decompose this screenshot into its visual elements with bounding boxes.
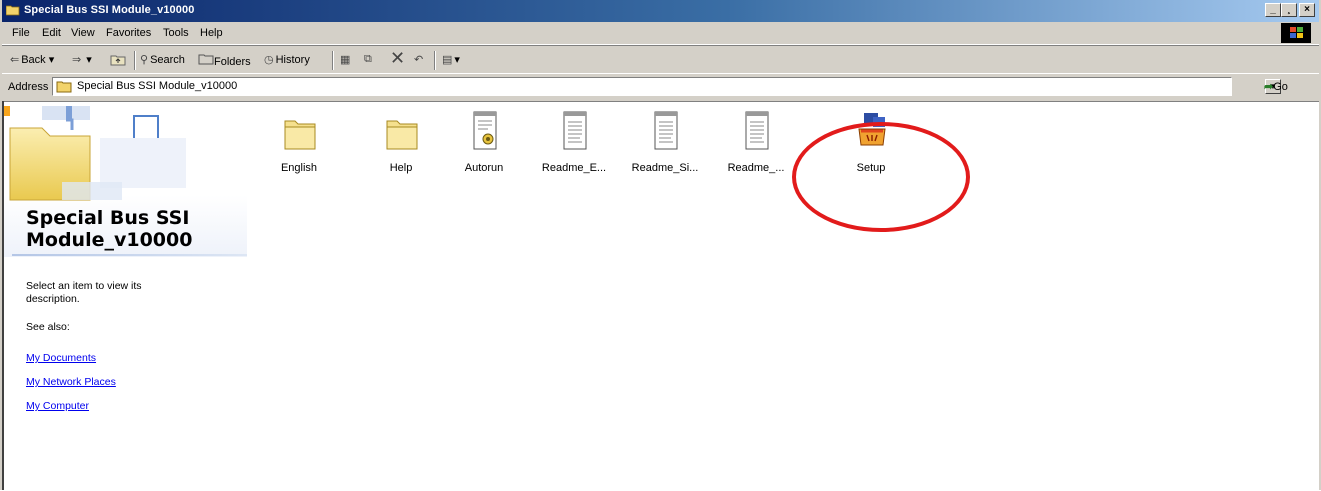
- item-description: Select an item to view its description.: [26, 280, 142, 305]
- folder-icon: [56, 81, 72, 93]
- delete-button[interactable]: ✕: [390, 48, 407, 69]
- address-label: Address: [8, 81, 49, 93]
- restore-icon: ¸: [1287, 4, 1291, 15]
- address-bar: Address Special Bus SSI Module_v10000 ▼ …: [2, 73, 1319, 102]
- go-button[interactable]: ➦Go: [1264, 80, 1288, 93]
- link-my-documents[interactable]: My Documents: [26, 352, 96, 364]
- folder-icon: [6, 5, 20, 16]
- views-icon: ▤: [442, 54, 453, 66]
- menu-bar: File Edit View Favorites Tools Help: [2, 22, 1319, 45]
- menu-tools[interactable]: Tools: [163, 27, 189, 39]
- views-dropdown-icon: ▾: [454, 54, 460, 66]
- link-my-network-places[interactable]: My Network Places: [26, 376, 116, 388]
- minimize-icon: _: [1270, 4, 1276, 15]
- folder-icon: [284, 120, 316, 150]
- views-button[interactable]: ▤ ▾: [442, 53, 460, 66]
- menu-view[interactable]: View: [71, 27, 95, 39]
- window-border: [2, 101, 4, 490]
- up-folder-button[interactable]: [110, 53, 126, 69]
- back-dropdown-icon: ▾: [48, 54, 55, 66]
- minimize-button[interactable]: _: [1265, 3, 1281, 17]
- delete-icon: ✕: [390, 48, 406, 68]
- address-value: Special Bus SSI Module_v10000: [77, 80, 238, 92]
- toolbar-separator: [332, 51, 334, 70]
- banner-divider: [12, 254, 247, 256]
- window-title: Special Bus SSI Module_v10000: [24, 4, 195, 16]
- back-arrow-icon: ⇐: [10, 54, 20, 66]
- file-item-readme[interactable]: Readme_...: [715, 111, 797, 191]
- windows-logo-icon: [1281, 23, 1311, 43]
- close-button[interactable]: ×: [1299, 3, 1315, 17]
- history-button[interactable]: ◷ History: [264, 53, 310, 66]
- copy-to-icon: ⧉: [364, 53, 372, 65]
- folder-icon: [386, 120, 418, 150]
- history-icon: ◷: [264, 54, 274, 66]
- text-document-icon: [745, 111, 769, 150]
- menu-favorites[interactable]: Favorites: [106, 27, 151, 39]
- copy-to-button[interactable]: ⧉: [364, 53, 374, 66]
- move-to-icon: ▦: [340, 54, 351, 66]
- text-document-icon: [563, 111, 587, 150]
- undo-icon: ↶: [414, 54, 424, 66]
- file-name: Readme_E...: [541, 162, 607, 174]
- folder-banner-icon: [2, 106, 186, 201]
- file-name: Readme_Si...: [631, 162, 699, 174]
- file-name: English: [280, 162, 318, 174]
- file-item-english[interactable]: English: [258, 111, 340, 191]
- see-also-label: See also:: [26, 321, 70, 333]
- file-name: Autorun: [464, 162, 504, 174]
- forward-dropdown-icon: ▾: [86, 54, 92, 66]
- title-bar[interactable]: Special Bus SSI Module_v10000 _ ¸ ×: [2, 0, 1319, 22]
- search-button[interactable]: ⚲ Search: [140, 53, 185, 66]
- standard-toolbar: ⇐ Back ▾ ⇒ ▾ ⚲ Search Folders ◷ History ▦ ⧉…: [2, 45, 1319, 74]
- move-to-button[interactable]: ▦: [340, 53, 352, 66]
- restore-button[interactable]: ¸: [1281, 3, 1297, 17]
- webview-panel: Special Bus SSI Module_v10000 Select an …: [2, 102, 247, 491]
- folder-title: Special Bus SSI Module_v10000: [26, 207, 193, 251]
- link-my-computer[interactable]: My Computer: [26, 400, 89, 412]
- folders-icon: [198, 54, 214, 65]
- file-item-readme-si[interactable]: Readme_Si...: [624, 111, 706, 191]
- menu-edit[interactable]: Edit: [42, 27, 61, 39]
- folder-banner: Special Bus SSI Module_v10000: [2, 102, 247, 257]
- forward-arrow-icon: ⇒: [72, 54, 82, 66]
- folder-content: Special Bus SSI Module_v10000 Select an …: [2, 101, 1319, 491]
- menu-help[interactable]: Help: [200, 27, 223, 39]
- highlight-annotation: [792, 122, 970, 232]
- file-name: Readme_...: [727, 162, 785, 174]
- search-icon: ⚲: [140, 54, 149, 66]
- forward-button[interactable]: ⇒ ▾: [72, 53, 92, 66]
- menu-file[interactable]: File: [12, 27, 30, 39]
- folders-button[interactable]: Folders: [198, 53, 251, 68]
- file-item-readme-e[interactable]: Readme_E...: [533, 111, 615, 191]
- file-item-help[interactable]: Help: [360, 111, 442, 191]
- toolbar-separator: [134, 51, 136, 70]
- toolbar-separator: [434, 51, 436, 70]
- undo-button[interactable]: ↶: [414, 53, 425, 66]
- explorer-window: Special Bus SSI Module_v10000 _ ¸ × File…: [0, 0, 1321, 491]
- go-arrow-icon: ➦: [1264, 81, 1274, 93]
- address-field[interactable]: Special Bus SSI Module_v10000 ▼: [52, 77, 1281, 96]
- file-name: Help: [389, 162, 413, 174]
- setup-information-icon: [473, 111, 497, 150]
- text-document-icon: [654, 111, 678, 150]
- file-item-autorun[interactable]: Autorun: [443, 111, 525, 191]
- back-button[interactable]: ⇐ Back ▾: [10, 53, 54, 66]
- up-folder-icon: [110, 55, 126, 66]
- close-icon: ×: [1304, 4, 1310, 15]
